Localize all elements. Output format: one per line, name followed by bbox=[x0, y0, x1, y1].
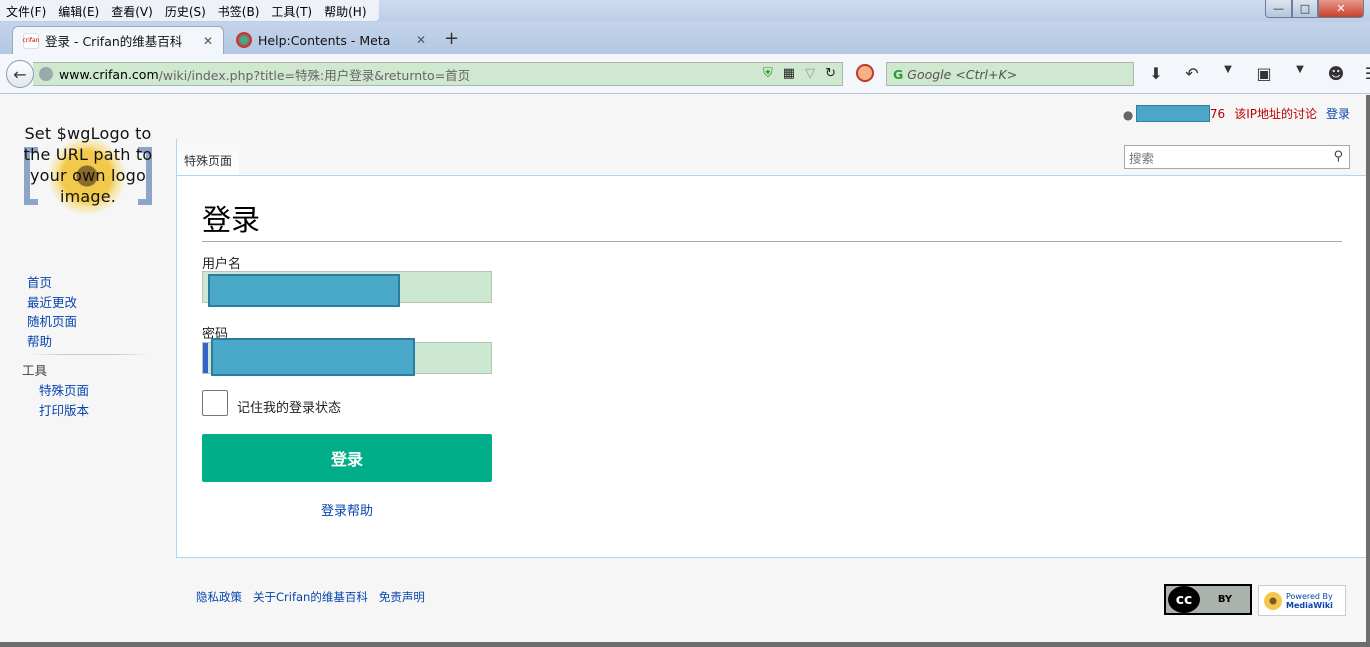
tab-login[interactable]: crifan 登录 - Crifan的维基百科 ✕ bbox=[12, 26, 224, 54]
window-controls: — □ ✕ bbox=[1265, 0, 1364, 18]
close-tab-icon[interactable]: ✕ bbox=[203, 34, 213, 48]
search-icon[interactable]: ⚲ bbox=[1333, 149, 1343, 164]
new-tab-button[interactable]: + bbox=[444, 28, 459, 49]
browser-search-bar[interactable]: G Google <Ctrl+K> bbox=[886, 62, 1134, 86]
footer-links: 隐私政策 关于Crifan的维基百科 免责声明 bbox=[196, 589, 425, 605]
sidebar-tools-list: 特殊页面 打印版本 bbox=[22, 381, 156, 420]
username-redacted[interactable] bbox=[1135, 105, 1210, 122]
search-placeholder: Google <Ctrl+K> bbox=[907, 66, 1018, 82]
maximize-button[interactable]: □ bbox=[1292, 0, 1318, 18]
menu-bookmarks[interactable]: 书签(B) bbox=[212, 0, 266, 21]
menu-help[interactable]: 帮助(H) bbox=[318, 0, 372, 21]
sidebar-item-random-page[interactable]: 随机页面 bbox=[22, 312, 156, 332]
minimize-button[interactable]: — bbox=[1265, 0, 1292, 18]
qr-code-icon[interactable]: ▦ bbox=[783, 66, 795, 81]
sidebar: 首页 最近更改 随机页面 帮助 工具 特殊页面 打印版本 bbox=[22, 273, 156, 421]
tab-strip: crifan 登录 - Crifan的维基百科 ✕ Help:Contents … bbox=[0, 22, 1370, 54]
tab-help-contents[interactable]: Help:Contents - Meta ✕ bbox=[226, 26, 436, 54]
adblock-icon[interactable] bbox=[856, 64, 874, 82]
address-bar[interactable]: www.crifan.com/wiki/index.php?title=特殊:用… bbox=[33, 62, 843, 86]
username-suffix[interactable]: 76 bbox=[1210, 107, 1225, 121]
undo-icon[interactable]: ↶ bbox=[1181, 64, 1203, 83]
sidebar-item-printable[interactable]: 打印版本 bbox=[22, 401, 156, 421]
cc-license-badge[interactable]: cc BY bbox=[1164, 584, 1252, 615]
site-identity-icon[interactable] bbox=[39, 67, 53, 81]
site-logo[interactable]: Set $wgLogo to the URL path to your own … bbox=[20, 123, 156, 233]
login-button[interactable]: 登录 bbox=[202, 434, 492, 482]
password-redacted bbox=[211, 338, 415, 376]
menu-bar: 文件(F) 编辑(E) 查看(V) 历史(S) 书签(B) 工具(T) 帮助(H… bbox=[0, 0, 379, 21]
menu-view[interactable]: 查看(V) bbox=[105, 0, 159, 21]
menu-history[interactable]: 历史(S) bbox=[159, 0, 212, 21]
tab-title: Help:Contents - Meta bbox=[258, 32, 391, 48]
remember-me-checkbox[interactable] bbox=[202, 390, 228, 416]
close-tab-icon[interactable]: ✕ bbox=[416, 33, 426, 47]
window-frame-bottom bbox=[0, 642, 1370, 647]
wiki-page: ● 76 该IP地址的讨论 登录 Set $wgLogo to the URL … bbox=[0, 95, 1366, 642]
sidebar-tools-heading: 工具 bbox=[22, 363, 48, 379]
login-link[interactable]: 登录 bbox=[1326, 105, 1350, 122]
url-host: www.crifan.com bbox=[59, 66, 159, 82]
user-icon: ● bbox=[1122, 107, 1134, 122]
meta-globe-icon bbox=[236, 32, 252, 48]
shield-icon[interactable]: ⛨ bbox=[763, 66, 773, 81]
window-frame-right bbox=[1366, 95, 1370, 647]
chat-icon[interactable]: ☻ bbox=[1325, 64, 1347, 83]
menu-tools[interactable]: 工具(T) bbox=[265, 0, 318, 21]
download-icon[interactable]: ⬇ bbox=[1145, 64, 1167, 83]
url-path: /wiki/index.php?title=特殊:用户登录&returnto=首… bbox=[158, 67, 471, 83]
close-window-button[interactable]: ✕ bbox=[1318, 0, 1364, 18]
crifan-favicon-icon: crifan bbox=[22, 32, 40, 49]
dropdown-arrow-icon[interactable]: ▽ bbox=[805, 66, 815, 81]
remember-me-label[interactable]: 记住我的登录状态 bbox=[237, 397, 341, 416]
powered-by-label: Powered By bbox=[1286, 591, 1333, 601]
focus-indicator bbox=[203, 343, 208, 373]
password-field[interactable] bbox=[202, 338, 492, 376]
cc-by-label: BY bbox=[1217, 594, 1233, 605]
content-area: 登录 用户名 密码 记住我的登录状态 登录 登录帮助 bbox=[176, 175, 1366, 558]
login-help-link[interactable]: 登录帮助 bbox=[202, 500, 492, 519]
logo-placeholder-text: Set $wgLogo to the URL path to your own … bbox=[23, 124, 153, 206]
screenshot-icon[interactable]: ▣ bbox=[1253, 64, 1275, 83]
dropdown-icon[interactable]: ▼ bbox=[1217, 64, 1239, 83]
back-button[interactable]: ← bbox=[6, 60, 34, 88]
mediawiki-text: Powered By MediaWiki bbox=[1286, 592, 1333, 610]
mediawiki-flower-icon bbox=[1264, 591, 1282, 610]
back-arrow-icon: ← bbox=[13, 64, 27, 84]
url-icons: ⛨ ▦ ▽ ↻ bbox=[763, 66, 836, 81]
hamburger-menu-icon[interactable]: ☰ bbox=[1361, 64, 1370, 83]
sidebar-divider bbox=[22, 354, 156, 356]
username-label: 用户名 bbox=[202, 257, 242, 272]
toolbar-icons: ⬇ ↶ ▼ ▣ ▼ ☻ ☰ bbox=[1145, 64, 1370, 83]
powered-by-mediawiki-badge[interactable]: Powered By MediaWiki bbox=[1258, 585, 1346, 616]
search-placeholder: 搜索 bbox=[1129, 150, 1155, 166]
footer-privacy-link[interactable]: 隐私政策 bbox=[196, 589, 242, 605]
footer-about-link[interactable]: 关于Crifan的维基百科 bbox=[253, 589, 368, 605]
creative-commons-icon: cc bbox=[1168, 586, 1200, 613]
dropdown-icon[interactable]: ▼ bbox=[1289, 64, 1311, 83]
navigation-toolbar: www.crifan.com/wiki/index.php?title=特殊:用… bbox=[0, 54, 1370, 94]
menu-file[interactable]: 文件(F) bbox=[0, 0, 52, 21]
sidebar-item-home[interactable]: 首页 bbox=[22, 273, 156, 293]
wiki-search-input[interactable]: 搜索 ⚲ bbox=[1124, 145, 1350, 169]
sidebar-item-recent-changes[interactable]: 最近更改 bbox=[22, 293, 156, 313]
tab-title: 登录 - Crifan的维基百科 bbox=[45, 34, 183, 49]
footer-disclaimer-link[interactable]: 免责声明 bbox=[379, 589, 425, 605]
sidebar-item-special-pages[interactable]: 特殊页面 bbox=[22, 381, 156, 401]
google-search-icon[interactable]: G bbox=[893, 67, 903, 82]
menu-edit[interactable]: 编辑(E) bbox=[52, 0, 105, 21]
username-field[interactable] bbox=[202, 271, 492, 307]
ip-talk-link[interactable]: 该IP地址的讨论 bbox=[1234, 105, 1317, 122]
tab-special-page[interactable]: 特殊页面 bbox=[176, 139, 240, 176]
mediawiki-label: MediaWiki bbox=[1286, 600, 1333, 610]
sidebar-item-help[interactable]: 帮助 bbox=[22, 332, 156, 352]
username-redacted bbox=[208, 274, 400, 307]
page-title: 登录 bbox=[202, 197, 1342, 242]
personal-tools: ● 76 该IP地址的讨论 登录 bbox=[1123, 105, 1350, 122]
reload-icon[interactable]: ↻ bbox=[825, 66, 836, 81]
